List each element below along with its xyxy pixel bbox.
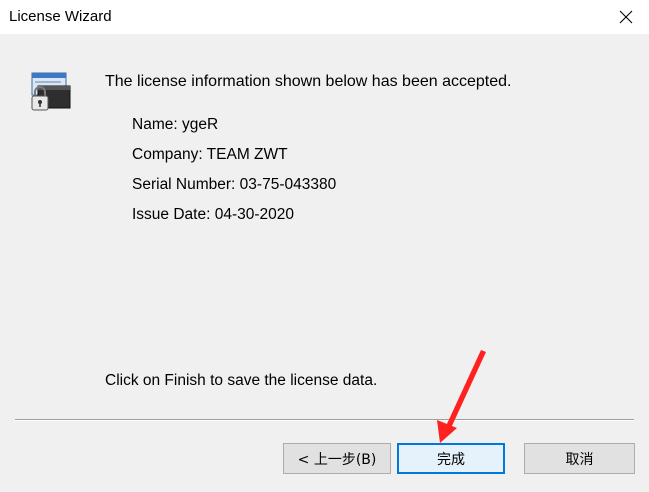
finish-instruction: Click on Finish to save the license data… [105, 372, 378, 389]
detail-company: Company: TEAM ZWT [132, 146, 288, 163]
cancel-button[interactable]: 取消 [524, 443, 635, 474]
license-wizard-window: License Wizard The license information s… [0, 0, 649, 492]
window-title: License Wizard [9, 8, 112, 25]
detail-issue-date: Issue Date: 04-30-2020 [132, 206, 294, 223]
detail-serial-number: Serial Number: 03-75-043380 [132, 176, 337, 193]
title-bar: License Wizard [0, 0, 649, 34]
detail-name: Name: ygeR [132, 116, 219, 133]
divider [15, 419, 634, 421]
license-details: Name: ygeR Company: TEAM ZWT Serial Numb… [132, 115, 336, 235]
finish-button[interactable]: 完成 [397, 443, 505, 474]
wizard-body: The license information shown below has … [0, 34, 649, 492]
close-icon [619, 10, 633, 24]
close-button[interactable] [603, 0, 649, 34]
license-lock-icon [31, 72, 71, 111]
back-button[interactable]: < 上一步(B) [283, 443, 391, 474]
page-heading: The license information shown below has … [105, 73, 512, 90]
